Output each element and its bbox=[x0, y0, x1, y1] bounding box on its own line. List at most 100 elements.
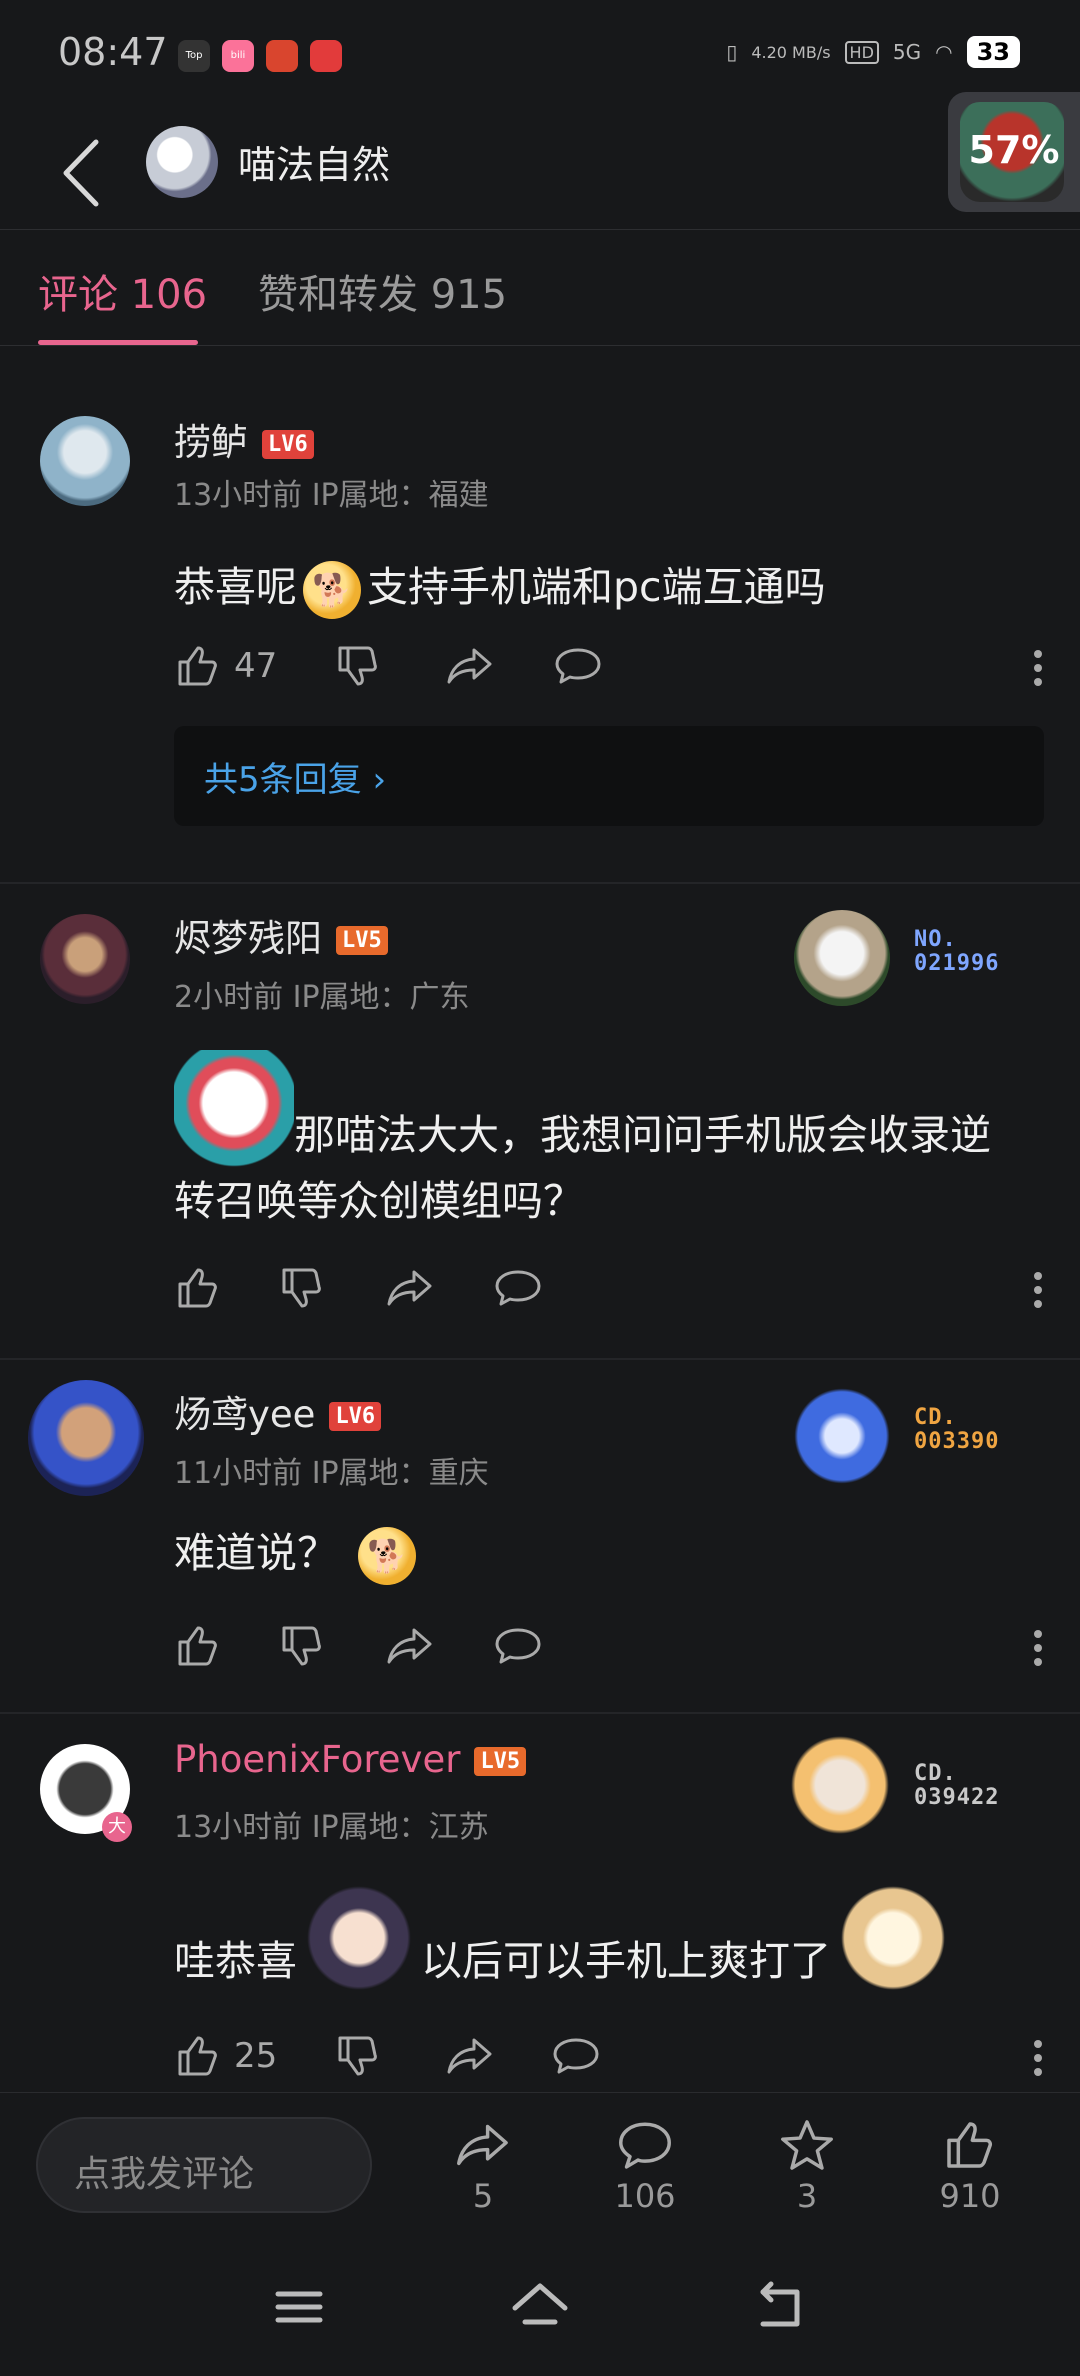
fan-badge-title: CD. bbox=[914, 1761, 957, 1786]
progress-percent: 57% bbox=[968, 128, 1060, 172]
comment-meta: 13小时前 IP属地：福建 bbox=[174, 478, 489, 513]
doge-emoji-icon: 🐕 bbox=[358, 1527, 416, 1585]
more-options-icon[interactable] bbox=[1032, 1630, 1044, 1674]
tab-comments[interactable]: 评论 106 bbox=[38, 262, 207, 320]
share-arrow-icon bbox=[387, 1628, 432, 1664]
fan-badge-number: CD. 039422 bbox=[914, 1762, 999, 1810]
dislike-button[interactable] bbox=[334, 642, 382, 690]
reply-button[interactable] bbox=[492, 1622, 544, 1670]
reply-button[interactable] bbox=[552, 642, 604, 690]
fan-badge-id: 039422 bbox=[914, 1785, 1000, 1810]
comment-actions bbox=[174, 1622, 1044, 1682]
more-options-icon[interactable] bbox=[1032, 2040, 1044, 2084]
menu-icon[interactable] bbox=[264, 2272, 334, 2342]
view-replies-button[interactable]: 共5条回复 › bbox=[174, 726, 1044, 826]
username[interactable]: PhoenixForever LV5 bbox=[174, 1738, 527, 1781]
dislike-button[interactable] bbox=[334, 2032, 382, 2080]
author-avatar[interactable] bbox=[146, 126, 218, 198]
wifi-icon: ◠ bbox=[935, 40, 953, 64]
comment-item: 烬梦残阳 LV5 2小时前 IP属地：广东 NO. 021996 那喵法大大，我想… bbox=[0, 884, 1080, 1360]
comment-meta: 11小时前 IP属地：重庆 bbox=[174, 1456, 489, 1491]
like-button[interactable] bbox=[174, 1622, 222, 1670]
share-arrow-icon bbox=[387, 1270, 432, 1306]
share-button[interactable] bbox=[444, 2032, 496, 2080]
favorite-count: 3 bbox=[796, 2177, 818, 2215]
like-action[interactable]: 910 bbox=[900, 2117, 1040, 2215]
comment-text: 恭喜呢 🐕 支持手机端和pc端互通吗 bbox=[174, 554, 1030, 620]
fan-badge[interactable]: NO. 021996 bbox=[794, 910, 1024, 1010]
fan-badge-title: NO. bbox=[914, 927, 957, 952]
comment-bubble-icon bbox=[619, 2122, 671, 2169]
app-notify-icon bbox=[266, 40, 298, 72]
comment-text: 难道说？ 🐕 bbox=[174, 1520, 1030, 1586]
net-speed: 4.20 MB/s bbox=[751, 42, 831, 62]
thumb-up-icon bbox=[178, 1626, 217, 1666]
home-icon[interactable] bbox=[505, 2272, 575, 2342]
thumbs-up-sticker bbox=[831, 1882, 955, 1994]
username-text[interactable]: PhoenixForever bbox=[174, 1738, 460, 1781]
comment-actions bbox=[174, 1264, 1044, 1324]
active-tab-indicator bbox=[38, 340, 198, 345]
avatar[interactable] bbox=[28, 1380, 144, 1496]
level-badge: LV5 bbox=[474, 1747, 527, 1776]
tab-likes-shares[interactable]: 赞和转发 915 bbox=[258, 262, 507, 320]
comment-action[interactable]: 106 bbox=[575, 2117, 715, 2215]
avatar[interactable] bbox=[40, 914, 130, 1004]
comment-item: 炀鸢yee LV6 11小时前 IP属地：重庆 CD. 003390 难道说？ 🐕 bbox=[0, 1360, 1080, 1714]
share-action[interactable]: 5 bbox=[413, 2117, 553, 2215]
favorite-action[interactable]: 3 bbox=[737, 2117, 877, 2215]
more-options-icon[interactable] bbox=[1032, 650, 1044, 694]
share-arrow-icon bbox=[457, 2124, 508, 2166]
like-button[interactable] bbox=[174, 1264, 222, 1312]
fan-badge-number: NO. 021996 bbox=[914, 928, 999, 976]
level-badge: LV6 bbox=[262, 430, 314, 459]
floating-game-widget[interactable]: 57% bbox=[948, 92, 1080, 212]
comment-text-part: 恭喜呢 bbox=[174, 563, 297, 611]
vibrate-icon: ▯ bbox=[726, 40, 738, 64]
more-options-icon[interactable] bbox=[1032, 1272, 1044, 1316]
fan-badge[interactable]: CD. 039422 bbox=[780, 1730, 1030, 1840]
comment-input-placeholder: 点我发评论 bbox=[74, 2154, 255, 2195]
thumb-down-icon bbox=[282, 1626, 321, 1666]
username-text[interactable]: 烬梦残阳 bbox=[174, 917, 322, 960]
thumb-up-icon bbox=[178, 2036, 217, 2076]
reply-button[interactable] bbox=[550, 2032, 602, 2080]
author-name[interactable]: 喵法自然 bbox=[238, 134, 390, 189]
comment-bubble-icon bbox=[495, 1628, 541, 1664]
thumb-up-icon bbox=[178, 646, 217, 686]
share-button[interactable] bbox=[384, 1264, 436, 1312]
fan-badge[interactable]: CD. 003390 bbox=[794, 1388, 1024, 1488]
comment-text-part: 支持手机端和pc端互通吗 bbox=[367, 563, 826, 611]
dislike-button[interactable] bbox=[278, 1622, 326, 1670]
username[interactable]: 烬梦残阳 LV5 bbox=[174, 908, 388, 962]
comment-count: 106 bbox=[614, 2177, 676, 2215]
star-icon bbox=[781, 2120, 833, 2170]
comment-bubble-icon bbox=[555, 648, 601, 684]
top-app-icon: Top bbox=[178, 40, 210, 72]
back-arrow-icon[interactable] bbox=[50, 128, 120, 218]
status-indicators: ▯ 4.20 MB/s HD 5G ◠ 33 bbox=[726, 36, 1020, 68]
like-button[interactable]: 25 bbox=[174, 2032, 277, 2080]
share-button[interactable] bbox=[384, 1622, 436, 1670]
reply-button[interactable] bbox=[492, 1264, 544, 1312]
back-icon[interactable] bbox=[745, 2272, 815, 2342]
comment-text-body: 难道说？ bbox=[174, 1529, 338, 1577]
like-count: 25 bbox=[234, 2036, 278, 2076]
username-text[interactable]: 炀鸢yee bbox=[174, 1393, 315, 1436]
avatar[interactable] bbox=[40, 416, 130, 506]
fan-badge-number: CD. 003390 bbox=[914, 1406, 999, 1454]
fan-badge-id: 021996 bbox=[914, 951, 1000, 976]
comment-text-part: 哇恭喜 bbox=[174, 1937, 297, 1985]
dislike-button[interactable] bbox=[278, 1264, 326, 1312]
username[interactable]: 炀鸢yee LV6 bbox=[174, 1384, 382, 1438]
share-button[interactable] bbox=[444, 642, 496, 690]
like-button[interactable]: 47 bbox=[174, 642, 277, 690]
comment-actions: 25 bbox=[174, 2032, 1044, 2092]
username[interactable]: 捞鲈 LV6 bbox=[174, 412, 314, 466]
comment-input[interactable]: 点我发评论 bbox=[36, 2117, 372, 2213]
username-text[interactable]: 捞鲈 bbox=[174, 421, 248, 464]
comment-bubble-icon bbox=[553, 2038, 599, 2074]
comment-item: 大 PhoenixForever LV5 13小时前 IP属地：江苏 CD. 03… bbox=[0, 1714, 1080, 2092]
thumb-down-icon bbox=[338, 2036, 377, 2076]
level-badge: LV6 bbox=[329, 1402, 382, 1431]
